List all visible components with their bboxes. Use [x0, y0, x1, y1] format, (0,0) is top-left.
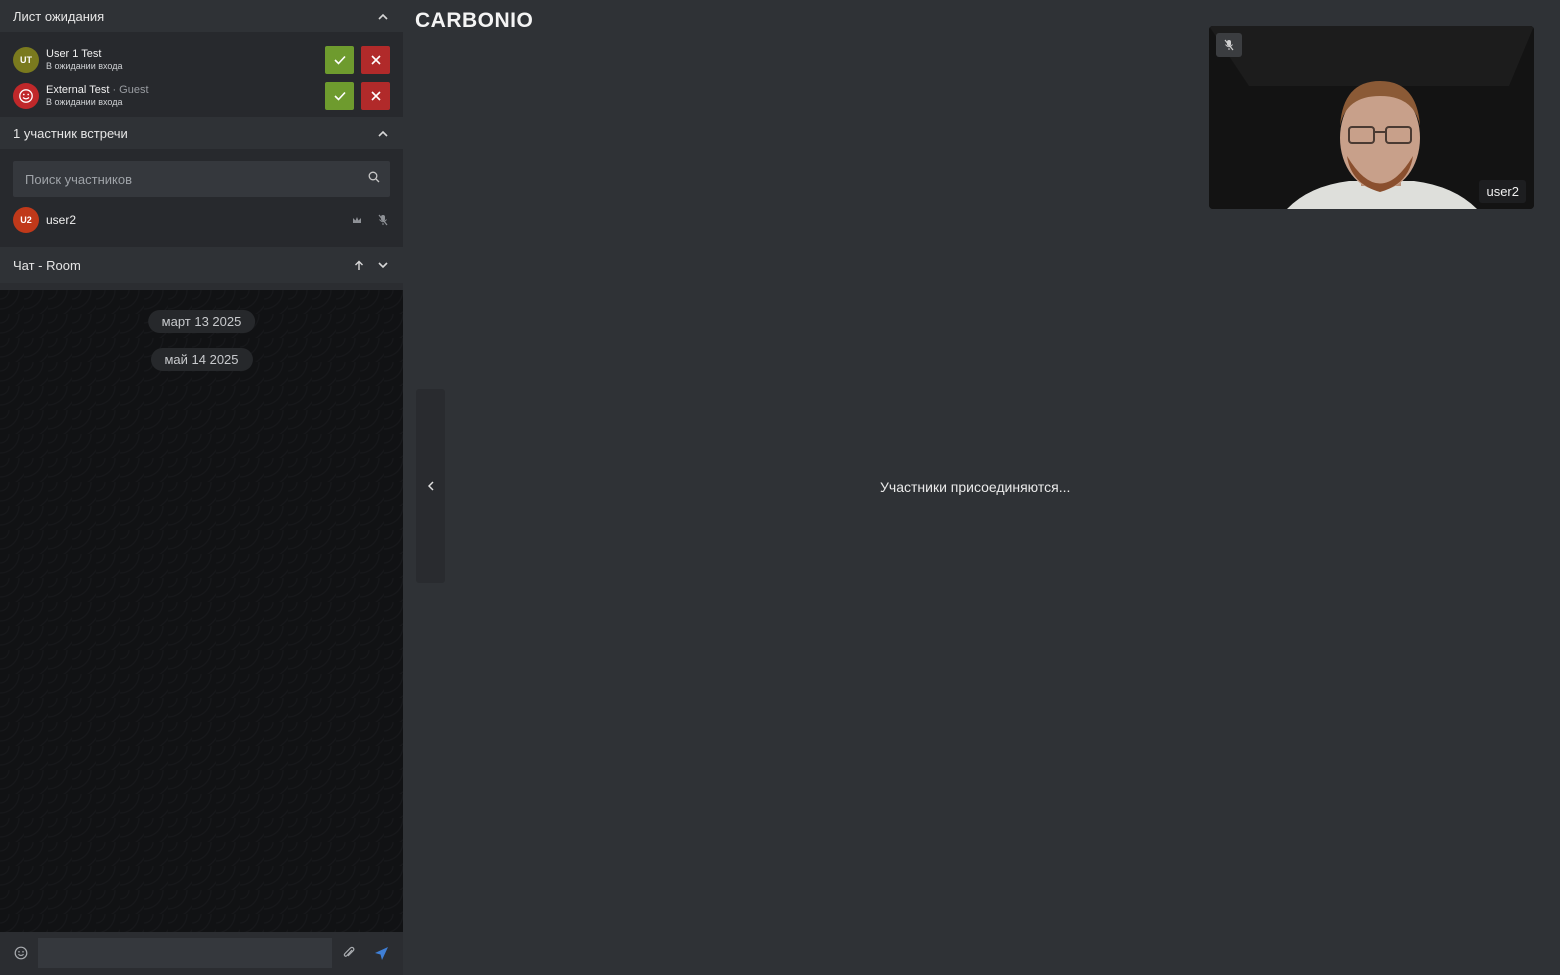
chat-title: Чат - Room — [13, 257, 81, 273]
sidebar: Лист ожидания UT User 1 Test В ожидании … — [0, 0, 403, 975]
accept-button[interactable] — [325, 82, 354, 110]
accept-button[interactable] — [325, 46, 354, 74]
waiting-user-name: User 1 Test — [46, 48, 102, 60]
date-separator: март 13 2025 — [147, 310, 256, 333]
search-icon[interactable] — [368, 170, 380, 188]
mic-off-icon — [1216, 33, 1242, 57]
arrow-up-icon[interactable] — [352, 258, 366, 272]
date-separator: май 14 2025 — [150, 348, 253, 371]
participant-item: U2 user2 — [13, 197, 390, 243]
participants-search[interactable] — [13, 161, 390, 197]
participant-name: user2 — [46, 213, 77, 227]
check-icon — [333, 55, 346, 65]
chat-composer — [0, 932, 403, 975]
waiting-list-title: Лист ожидания — [13, 8, 105, 24]
video-participant-name: user2 — [1479, 180, 1526, 203]
chat-input[interactable] — [38, 938, 332, 968]
emoji-icon[interactable] — [12, 944, 30, 962]
waiting-status: В ожидании входа — [46, 61, 123, 71]
reject-button[interactable] — [361, 46, 390, 74]
smiley-icon — [19, 89, 33, 103]
send-icon[interactable] — [372, 944, 390, 962]
search-input[interactable] — [23, 170, 347, 188]
avatar: U2 — [13, 207, 39, 233]
chevron-up-icon[interactable] — [376, 126, 390, 140]
chat-header[interactable]: Чат - Room — [0, 247, 403, 283]
waiting-user-name: External Test — [46, 84, 110, 96]
app-logo: CARBONIO — [415, 9, 534, 32]
close-icon — [370, 91, 381, 101]
crown-icon — [350, 213, 364, 227]
chevron-left-icon — [427, 481, 434, 491]
chat-messages[interactable]: март 13 2025 май 14 2025 — [0, 290, 403, 932]
waiting-list-header[interactable]: Лист ожидания — [0, 0, 403, 32]
avatar: UT — [13, 47, 39, 73]
participants-list: U2 user2 — [0, 149, 403, 247]
mic-off-icon[interactable] — [376, 213, 390, 227]
close-icon — [370, 55, 381, 65]
joining-status: Участники присоединяются... — [880, 479, 1071, 495]
reject-button[interactable] — [361, 82, 390, 110]
waiting-list: UT User 1 Test В ожидании входа External… — [0, 32, 403, 117]
attach-icon[interactable] — [340, 944, 358, 962]
waiting-user-role: · Guest — [109, 84, 149, 96]
guest-avatar — [13, 83, 39, 109]
chevron-up-icon[interactable] — [376, 9, 390, 23]
participants-header[interactable]: 1 участник встречи — [0, 117, 403, 149]
check-icon — [333, 91, 346, 101]
waiting-status: В ожидании входа — [46, 97, 123, 107]
waiting-list-item: External Test · Guest В ожидании входа — [13, 78, 390, 114]
chevron-down-icon[interactable] — [376, 258, 390, 272]
sidebar-collapse-button[interactable] — [416, 389, 445, 583]
participants-title: 1 участник встречи — [13, 125, 128, 141]
waiting-list-item: UT User 1 Test В ожидании входа — [13, 42, 390, 78]
video-tile[interactable]: user2 — [1209, 26, 1534, 209]
